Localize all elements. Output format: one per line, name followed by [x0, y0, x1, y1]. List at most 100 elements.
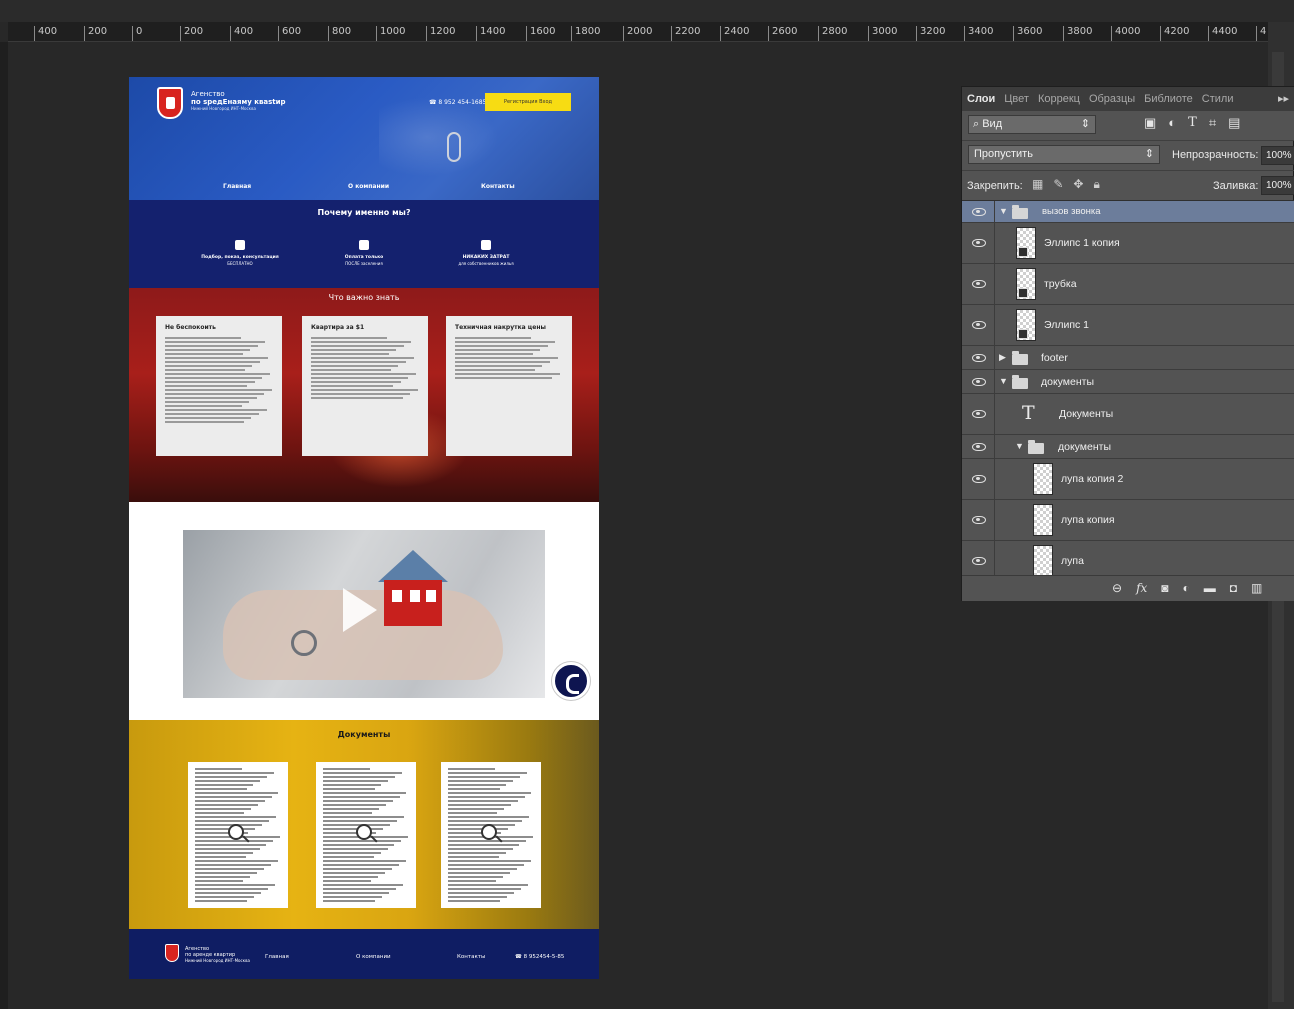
layer-row[interactable]: лупа копия — [962, 500, 1294, 541]
add-mask-icon[interactable]: ◙ — [1161, 581, 1168, 595]
expanded-arrow-icon[interactable]: ▼ — [999, 376, 1008, 386]
text-line-placeholder — [165, 409, 267, 411]
visibility-eye-icon[interactable] — [972, 443, 986, 451]
callback-phone-button[interactable] — [552, 662, 590, 700]
text-line-placeholder — [195, 828, 256, 830]
layer-row[interactable]: ▼ документы — [962, 435, 1294, 459]
fill-value[interactable]: 100% — [1261, 176, 1294, 195]
register-button[interactable]: Регистрация Вход — [485, 93, 571, 111]
smart-object-filter-icon[interactable]: ▤ — [1228, 115, 1240, 131]
visibility-eye-icon[interactable] — [972, 239, 986, 247]
header-phone-number: 8 952 454-1685 — [438, 99, 487, 106]
text-line-placeholder — [311, 345, 404, 347]
nav-contacts[interactable]: Контакты — [481, 183, 515, 190]
nav-about[interactable]: О компании — [348, 183, 389, 190]
play-icon[interactable] — [343, 588, 377, 632]
header-logo-text: Агенство по sредЕнаяму кваstир Нижний Но… — [191, 91, 286, 112]
visibility-eye-icon[interactable] — [972, 208, 986, 216]
text-line-placeholder — [323, 804, 386, 806]
shape-layer-filter-icon[interactable]: ⌗ — [1209, 115, 1216, 131]
why-item-line2: для собственников жилья — [458, 261, 514, 266]
text-line-placeholder — [195, 848, 260, 850]
card-text-placeholder — [311, 337, 419, 399]
type-layer-icon: T — [1022, 402, 1035, 424]
lock-all-icon[interactable]: 🔒︎ — [1093, 177, 1099, 192]
text-line-placeholder — [311, 373, 416, 375]
tab-adjustments[interactable]: Коррекц — [1033, 93, 1084, 105]
fx-icon[interactable]: fx — [1136, 581, 1147, 595]
magnifier-icon[interactable] — [481, 824, 497, 840]
visibility-eye-icon[interactable] — [972, 557, 986, 565]
layer-row[interactable]: ▼ документы — [962, 370, 1294, 394]
text-line-placeholder — [455, 353, 533, 355]
layer-row[interactable]: ▶ footer — [962, 346, 1294, 370]
video-player[interactable] — [183, 530, 545, 698]
text-line-placeholder — [323, 784, 382, 786]
pixel-layer-filter-icon[interactable]: ▣ — [1144, 115, 1156, 131]
text-line-placeholder — [195, 840, 274, 842]
layer-name: вызов звонка — [1042, 206, 1101, 217]
magnifier-icon[interactable] — [356, 824, 372, 840]
visibility-eye-icon[interactable] — [972, 378, 986, 386]
lock-transparency-icon[interactable]: ▦ — [1032, 177, 1043, 192]
layer-row[interactable]: T Документы — [962, 394, 1294, 435]
tab-color[interactable]: Цвет — [999, 93, 1033, 105]
document-preview[interactable] — [188, 762, 288, 908]
footer-nav-home[interactable]: Главная — [265, 954, 289, 960]
layer-divider — [994, 370, 995, 393]
new-group-folder-icon[interactable]: ▬ — [1204, 581, 1216, 595]
opacity-label: Непрозрачность: — [1172, 149, 1259, 161]
visibility-eye-icon[interactable] — [972, 516, 986, 524]
tab-swatches[interactable]: Образцы — [1084, 93, 1139, 105]
text-line-placeholder — [448, 876, 504, 878]
new-adjustment-icon[interactable]: ◐ — [1183, 581, 1190, 595]
visibility-eye-icon[interactable] — [972, 321, 986, 329]
visibility-eye-icon[interactable] — [972, 410, 986, 418]
tab-libraries[interactable]: Библиоте — [1139, 93, 1197, 105]
opacity-value[interactable]: 100% — [1261, 146, 1294, 165]
adjustment-layer-filter-icon[interactable]: ◐ — [1168, 115, 1176, 131]
trash-icon[interactable]: ▥ — [1251, 581, 1262, 595]
layer-thumbnail — [1033, 504, 1053, 536]
document-preview[interactable] — [316, 762, 416, 908]
visibility-eye-icon[interactable] — [972, 475, 986, 483]
house-window — [426, 590, 436, 602]
magnifier-icon[interactable] — [228, 824, 244, 840]
type-layer-filter-icon[interactable]: T — [1188, 115, 1197, 131]
panel-menu-icon[interactable]: ▸▸ — [1278, 92, 1289, 105]
text-line-placeholder — [448, 900, 501, 902]
layer-row[interactable]: ▼ вызов звонка — [962, 201, 1294, 223]
blend-mode-select[interactable]: Пропустить ⇕ — [968, 145, 1160, 164]
layer-row[interactable]: трубка — [962, 264, 1294, 305]
layer-row[interactable]: лупа — [962, 541, 1294, 575]
tab-styles[interactable]: Стили — [1197, 93, 1238, 105]
visibility-eye-icon[interactable] — [972, 280, 986, 288]
text-line-placeholder — [311, 353, 389, 355]
footer-nav-about[interactable]: О компании — [356, 954, 391, 960]
layer-divider — [994, 305, 995, 345]
nav-home[interactable]: Главная — [223, 183, 251, 190]
lock-pixels-brush-icon[interactable]: ✎ — [1053, 177, 1063, 192]
new-layer-icon[interactable]: ◘ — [1230, 581, 1237, 595]
expanded-arrow-icon[interactable]: ▼ — [1015, 441, 1024, 451]
expanded-arrow-icon[interactable]: ▼ — [999, 206, 1008, 216]
layer-row[interactable]: лупа копия 2 — [962, 459, 1294, 500]
documents-section: Документы — [129, 720, 599, 929]
text-line-placeholder — [195, 876, 251, 878]
collapsed-arrow-icon[interactable]: ▶ — [999, 352, 1006, 363]
canvas-document[interactable]: Агенство по sредЕнаяму кваstир Нижний Но… — [129, 77, 599, 979]
layer-row[interactable]: Эллипс 1 — [962, 305, 1294, 346]
text-line-placeholder — [323, 900, 376, 902]
text-line-placeholder — [195, 888, 269, 890]
tab-layers[interactable]: Слои — [962, 93, 999, 105]
link-layers-icon[interactable]: ⊖ — [1112, 581, 1122, 595]
visibility-eye-icon[interactable] — [972, 354, 986, 362]
layer-kind-filter[interactable]: ⌕ Вид ⇕ — [968, 115, 1096, 134]
footer-nav-contacts[interactable]: Контакты — [457, 954, 485, 960]
text-line-placeholder — [195, 824, 263, 826]
text-line-placeholder — [455, 349, 541, 351]
layer-row[interactable]: Эллипс 1 копия — [962, 223, 1294, 264]
text-line-placeholder — [448, 784, 507, 786]
lock-position-move-icon[interactable]: ✥ — [1073, 177, 1083, 192]
document-preview[interactable] — [441, 762, 541, 908]
